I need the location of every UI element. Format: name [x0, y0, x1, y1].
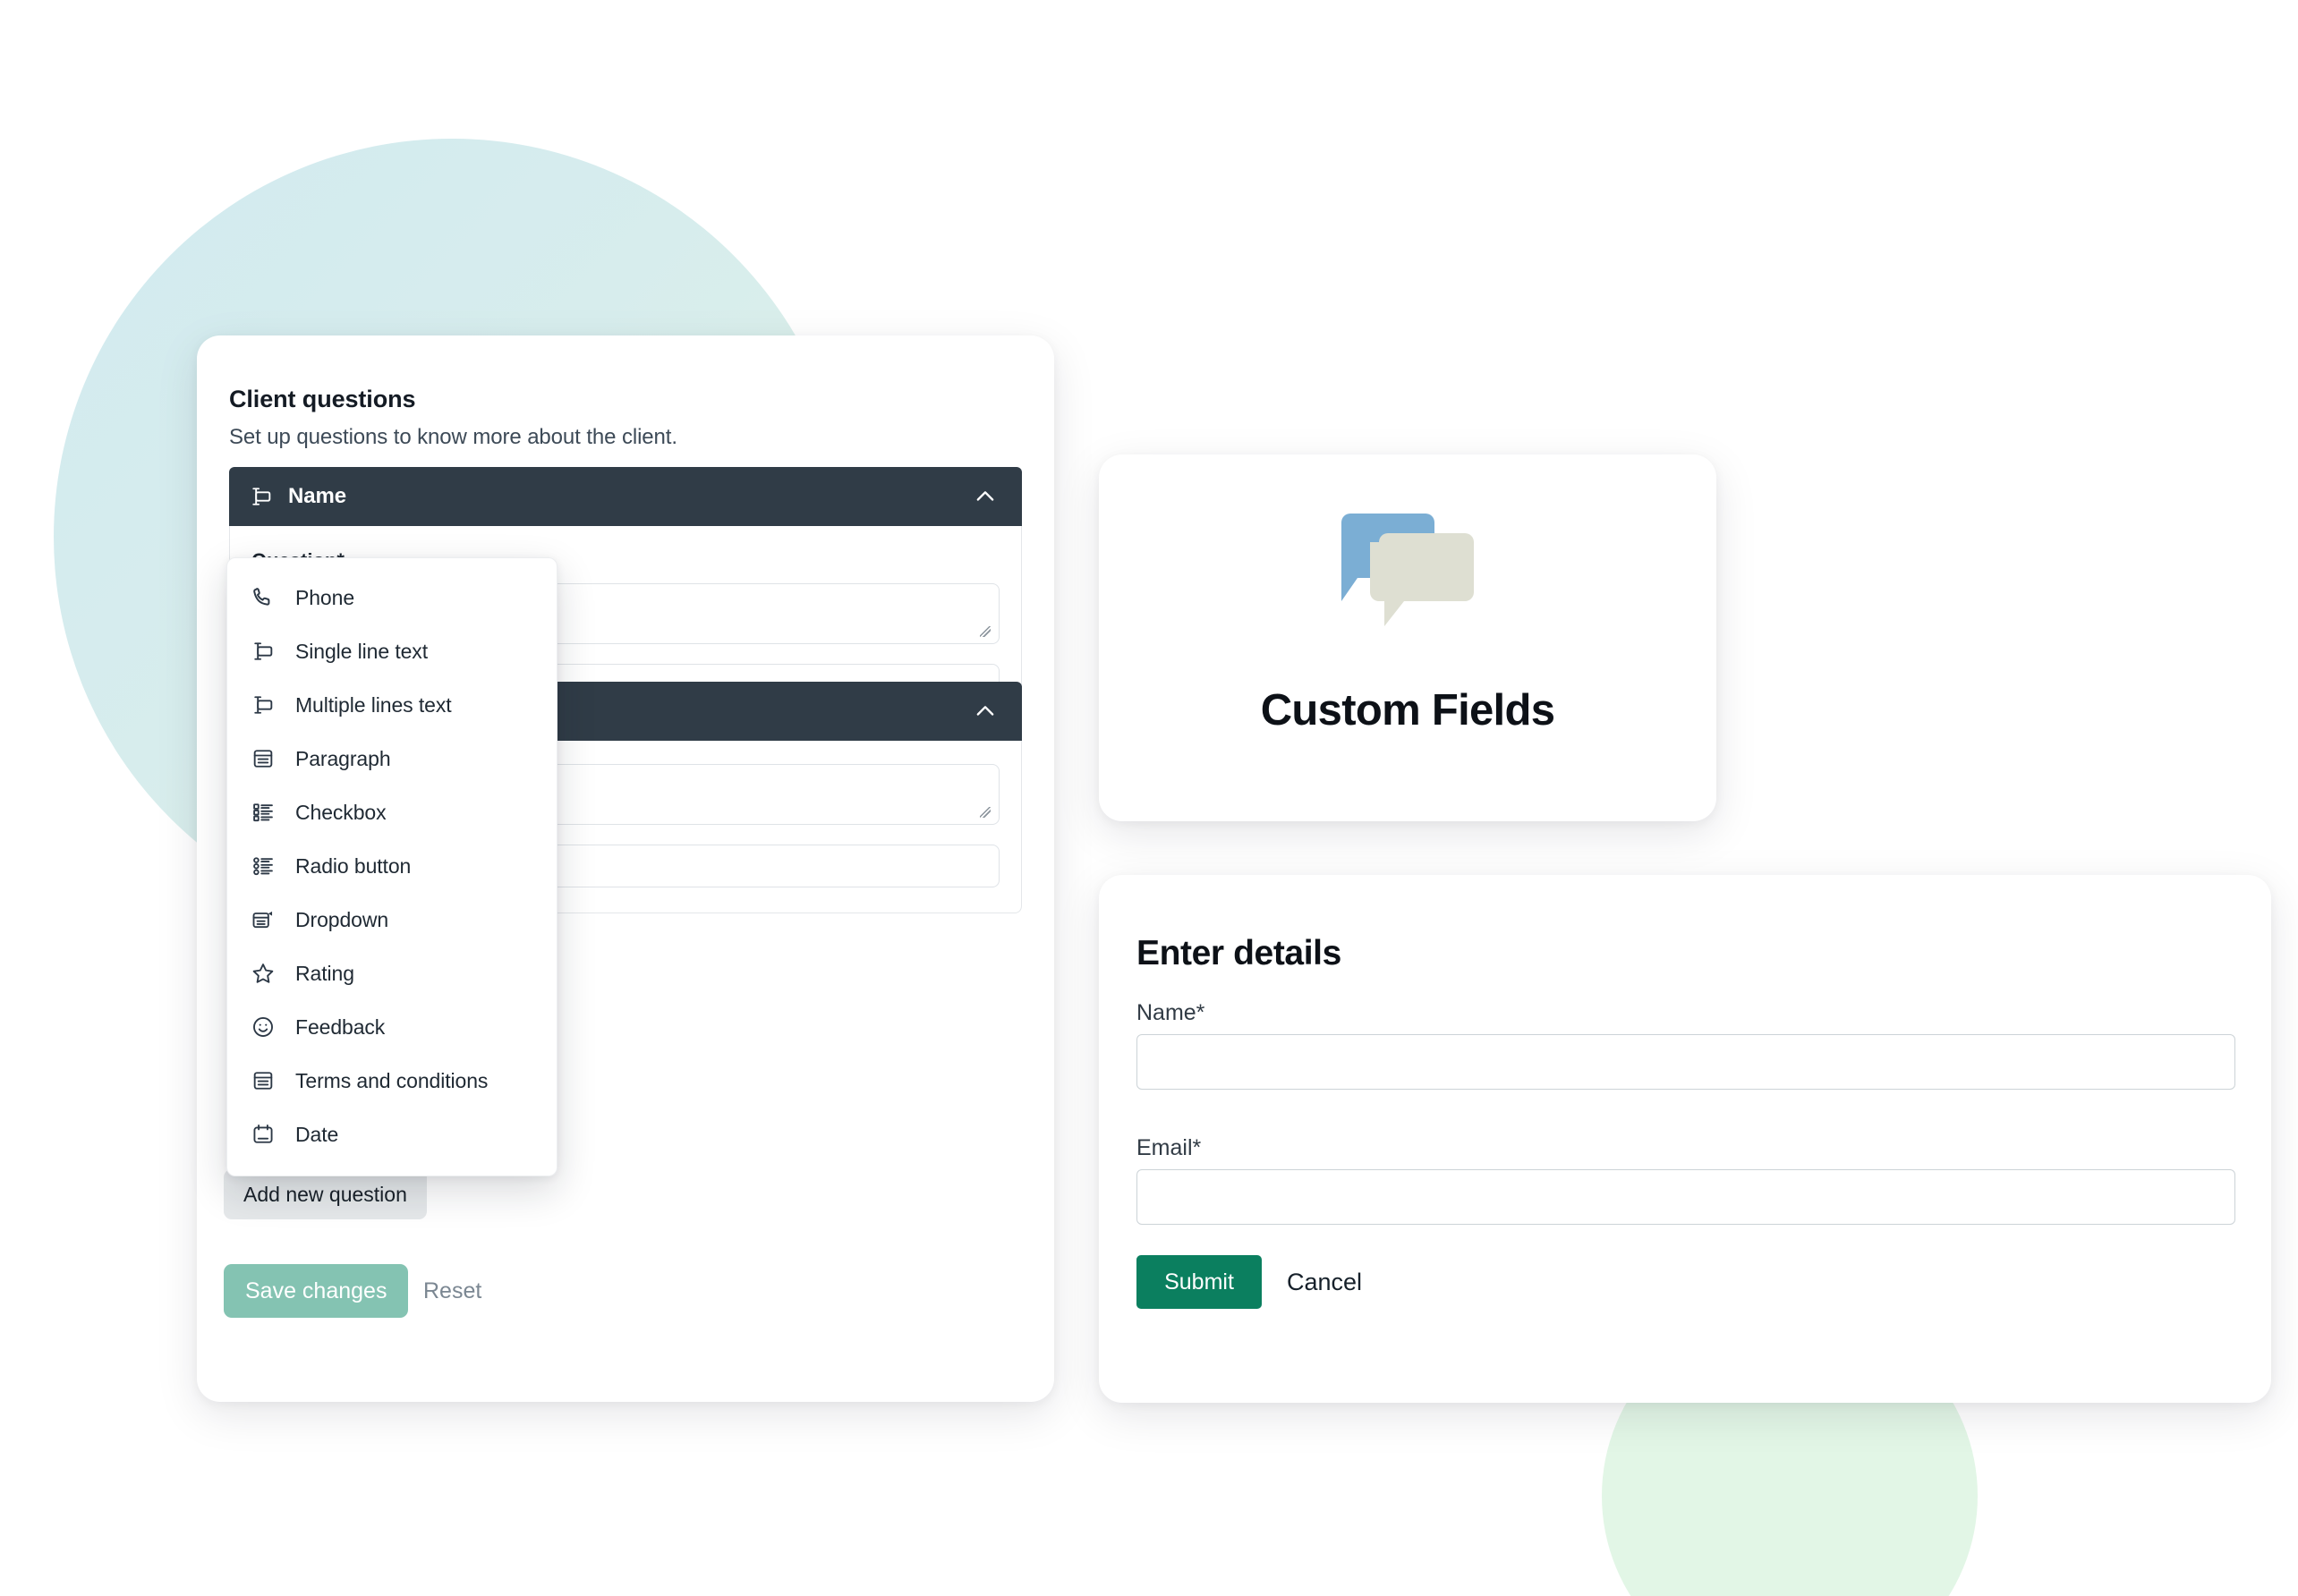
enter-details-title: Enter details: [1136, 934, 1341, 972]
chevron-up-icon[interactable]: [972, 482, 999, 511]
dropdown-item-terms-and-conditions[interactable]: Terms and conditions: [227, 1054, 557, 1108]
dropdown-item-label: Phone: [295, 585, 355, 609]
dropdown-item-label: Feedback: [295, 1014, 386, 1039]
chevron-up-icon[interactable]: [972, 697, 999, 726]
dropdown-item-label: Dropdown: [295, 907, 389, 931]
smiley-icon: [249, 1013, 277, 1041]
dropdown-item-label: Checkbox: [295, 800, 387, 824]
dropdown-item-label: Single line text: [295, 639, 428, 663]
dropdown-item-checkbox[interactable]: Checkbox: [227, 785, 557, 839]
calendar-icon: [249, 1120, 277, 1149]
single-line-text-icon: [249, 637, 277, 666]
field-type-dropdown-menu[interactable]: Phone Single line text Multiple lines te…: [226, 557, 557, 1176]
custom-fields-card: Custom Fields: [1099, 454, 1716, 821]
accordion-header-name[interactable]: Name: [229, 467, 1022, 526]
email-field[interactable]: [1136, 1169, 2235, 1225]
name-field-label: Name*: [1136, 1000, 1205, 1025]
dropdown-item-label: Terms and conditions: [295, 1068, 489, 1092]
dropdown-item-radio-button[interactable]: Radio button: [227, 839, 557, 893]
page-subtitle: Set up questions to know more about the …: [229, 425, 677, 449]
accordion-label-name: Name: [288, 484, 346, 508]
dropdown-item-dropdown[interactable]: Dropdown: [227, 893, 557, 947]
add-new-question-button[interactable]: Add new question: [224, 1169, 427, 1219]
enter-details-card: Enter details Name* Email* Submit Cancel: [1099, 875, 2271, 1403]
email-field-label: Email*: [1136, 1135, 1202, 1160]
dropdown-item-phone[interactable]: Phone: [227, 571, 557, 624]
save-changes-button[interactable]: Save changes: [224, 1264, 409, 1318]
radio-list-icon: [249, 852, 277, 880]
dropdown-item-label: Date: [295, 1122, 339, 1146]
dropdown-item-label: Radio button: [295, 853, 412, 878]
dropdown-item-label: Paragraph: [295, 746, 391, 770]
name-field[interactable]: [1136, 1034, 2235, 1090]
dropdown-item-label: Multiple lines text: [295, 692, 452, 717]
chat-bubbles-icon: [1099, 514, 1716, 626]
checkbox-list-icon: [249, 798, 277, 827]
dropdown-item-label: Rating: [295, 961, 354, 985]
dropdown-item-paragraph[interactable]: Paragraph: [227, 732, 557, 785]
document-icon: [249, 1066, 277, 1095]
dropdown-item-date[interactable]: Date: [227, 1108, 557, 1161]
star-icon: [249, 959, 277, 988]
cancel-button[interactable]: Cancel: [1287, 1255, 1362, 1309]
page-title: Client questions: [229, 386, 416, 412]
dropdown-item-rating[interactable]: Rating: [227, 947, 557, 1000]
single-line-text-icon: [249, 482, 274, 511]
submit-button[interactable]: Submit: [1136, 1255, 1262, 1309]
dropdown-item-feedback[interactable]: Feedback: [227, 1000, 557, 1054]
dropdown-item-single-line-text[interactable]: Single line text: [227, 624, 557, 678]
dropdown-icon: [249, 905, 277, 934]
phone-icon: [249, 583, 277, 612]
paragraph-icon: [249, 744, 277, 773]
screen-root: Client questions Set up questions to kno…: [0, 0, 2298, 1596]
multiple-lines-text-icon: [249, 691, 277, 719]
custom-fields-title: Custom Fields: [1260, 686, 1555, 734]
reset-button[interactable]: Reset: [423, 1264, 481, 1318]
dropdown-item-multiple-lines-text[interactable]: Multiple lines text: [227, 678, 557, 732]
